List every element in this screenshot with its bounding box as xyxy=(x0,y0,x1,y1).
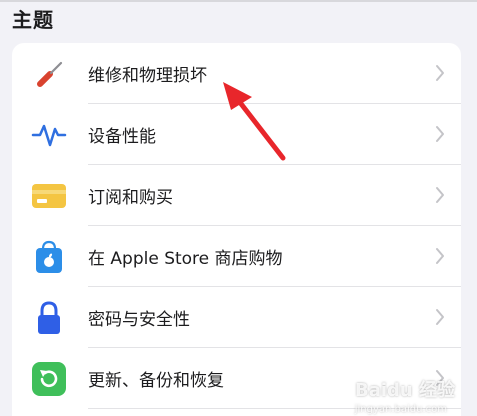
topic-label: 设备性能 xyxy=(88,127,156,147)
restore-icon xyxy=(32,362,66,396)
card-icon xyxy=(32,184,66,208)
topic-label: 维修和物理损坏 xyxy=(88,66,207,86)
section-title: 主题 xyxy=(12,8,54,32)
chevron-right-icon xyxy=(436,65,444,81)
topic-label: 在 Apple Store 商店购物 xyxy=(88,249,283,269)
chevron-right-icon xyxy=(436,248,444,264)
topic-device-performance[interactable]: 设备性能 xyxy=(12,104,461,165)
chevron-right-icon xyxy=(436,126,444,142)
pulse-icon xyxy=(31,124,67,147)
help-topics-page: 主题 维修和物理损坏 设备性能 订阅和购买 在 Apple Store 商店购物… xyxy=(0,0,477,416)
chevron-right-icon xyxy=(436,187,444,203)
topic-apple-store-shopping[interactable]: 在 Apple Store 商店购物 xyxy=(12,226,461,287)
watermark-url: jingyan.baidu.com xyxy=(354,404,447,415)
topic-label: 订阅和购买 xyxy=(88,188,173,208)
topic-label: 密码与安全性 xyxy=(88,310,190,330)
top-divider xyxy=(0,0,477,2)
chevron-right-icon xyxy=(436,309,444,325)
topic-subscriptions-purchases[interactable]: 订阅和购买 xyxy=(12,165,461,226)
topics-list: 维修和物理损坏 设备性能 订阅和购买 在 Apple Store 商店购物 密码… xyxy=(12,43,461,416)
apple-store-bag-icon xyxy=(36,240,62,273)
screwdriver-icon xyxy=(37,61,63,87)
lock-icon xyxy=(38,301,60,334)
topic-label: 更新、备份和恢复 xyxy=(88,371,224,391)
topic-password-security[interactable]: 密码与安全性 xyxy=(12,287,461,348)
topic-repair-damage[interactable]: 维修和物理损坏 xyxy=(12,43,461,104)
watermark-logo: Baidu 经验 xyxy=(354,380,455,401)
